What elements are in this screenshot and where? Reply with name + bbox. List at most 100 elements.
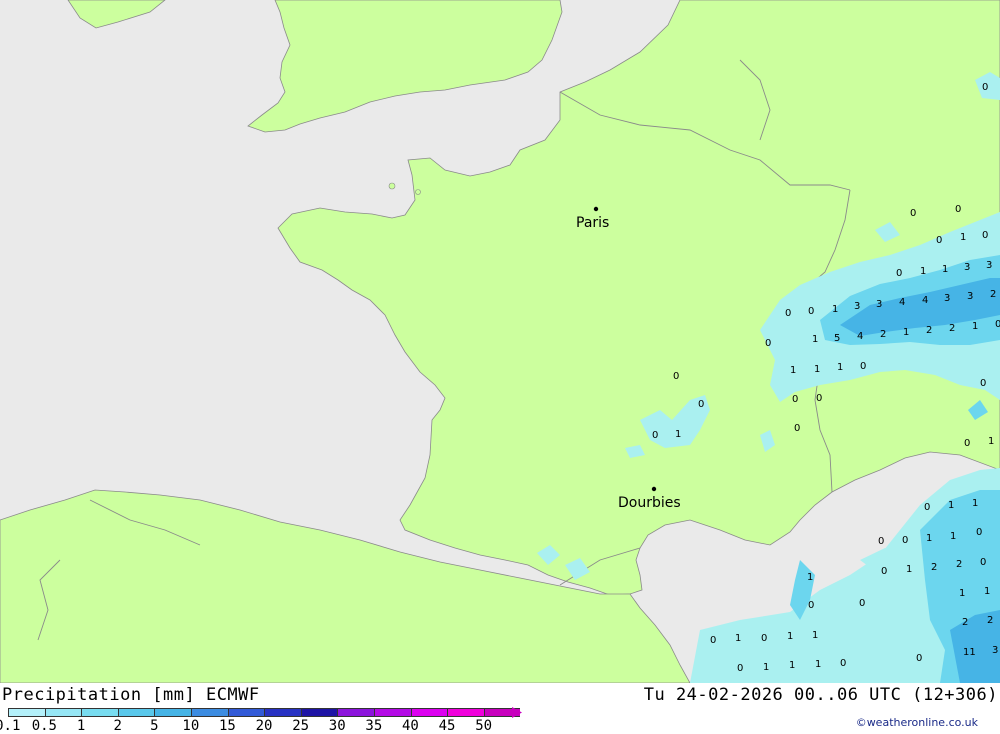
svg-text:1: 1	[832, 304, 838, 315]
svg-text:0: 0	[995, 319, 1000, 330]
svg-text:0: 0	[792, 394, 798, 405]
dourbies-marker	[651, 486, 657, 492]
svg-text:3: 3	[967, 291, 973, 302]
svg-text:11: 11	[963, 647, 976, 658]
svg-text:1: 1	[814, 364, 820, 375]
svg-text:0: 0	[860, 361, 866, 372]
legend-swatch	[337, 708, 374, 717]
svg-text:0: 0	[881, 566, 887, 577]
precip-legend-bar	[8, 708, 521, 717]
legend-swatch	[154, 708, 191, 717]
legend-label: 25	[292, 718, 310, 734]
svg-text:0: 0	[964, 438, 970, 449]
svg-text:1: 1	[920, 266, 926, 277]
svg-text:1: 1	[972, 498, 978, 509]
svg-text:0: 0	[878, 536, 884, 547]
svg-text:3: 3	[876, 299, 882, 310]
svg-text:1: 1	[960, 232, 966, 243]
svg-text:2: 2	[926, 325, 932, 336]
svg-text:0: 0	[737, 663, 743, 674]
svg-text:1: 1	[948, 500, 954, 511]
svg-text:0: 0	[955, 204, 961, 215]
svg-text:4: 4	[899, 297, 905, 308]
svg-text:1: 1	[815, 659, 821, 670]
paris-marker	[593, 206, 599, 212]
svg-text:3: 3	[986, 260, 992, 271]
svg-text:0: 0	[785, 308, 791, 319]
svg-text:1: 1	[942, 264, 948, 275]
svg-text:0: 0	[710, 635, 716, 646]
svg-text:0: 0	[980, 557, 986, 568]
credit-link[interactable]: ©weatheronline.co.uk	[856, 716, 978, 729]
svg-text:4: 4	[922, 295, 928, 306]
svg-text:3: 3	[944, 293, 950, 304]
legend-label: 20	[255, 718, 273, 734]
svg-text:0: 0	[840, 658, 846, 669]
svg-text:1: 1	[789, 660, 795, 671]
svg-text:1: 1	[906, 564, 912, 575]
svg-text:0: 0	[982, 82, 988, 93]
svg-text:2: 2	[990, 289, 996, 300]
legend-swatch	[447, 708, 484, 717]
legend-swatch	[410, 708, 448, 717]
legend-label: 30	[328, 718, 346, 734]
svg-text:2: 2	[956, 559, 962, 570]
svg-text:2: 2	[880, 329, 886, 340]
svg-text:1: 1	[959, 588, 965, 599]
svg-text:2: 2	[949, 323, 955, 334]
svg-text:5: 5	[834, 333, 840, 344]
svg-text:0: 0	[916, 653, 922, 664]
weather-map: Paris Dourbies 0 0 0 0 1 0 0 1 1 3 3 0 0…	[0, 0, 1000, 683]
legend-label: 40	[402, 718, 419, 734]
svg-text:2: 2	[987, 615, 993, 626]
svg-text:2: 2	[931, 562, 937, 573]
svg-text:0: 0	[976, 527, 982, 538]
legend-swatch	[373, 708, 411, 717]
svg-text:0: 0	[902, 535, 908, 546]
legend-label: 50	[475, 718, 493, 734]
legend-arrow-icon	[512, 707, 522, 718]
legend-label: 35	[365, 718, 383, 734]
legend-label: 0.5	[31, 718, 57, 734]
legend-swatch	[117, 708, 155, 717]
city-label-paris: Paris	[576, 215, 609, 231]
svg-text:1: 1	[790, 365, 796, 376]
map-footer: Precipitation [mm] ECMWF Tu 24-02-2026 0…	[0, 683, 1000, 734]
legend-label: 2	[113, 718, 122, 734]
svg-text:0: 0	[761, 633, 767, 644]
legend-swatch	[81, 708, 118, 717]
legend-swatch	[190, 708, 228, 717]
svg-text:1: 1	[988, 436, 994, 447]
svg-text:1: 1	[812, 334, 818, 345]
svg-text:0: 0	[936, 235, 942, 246]
svg-text:1: 1	[787, 631, 793, 642]
svg-text:0: 0	[896, 268, 902, 279]
legend-label: 1	[76, 718, 86, 734]
svg-text:0: 0	[816, 393, 822, 404]
svg-text:1: 1	[972, 321, 978, 332]
svg-text:0: 0	[808, 600, 814, 611]
legend-swatch	[264, 708, 301, 717]
svg-text:1: 1	[926, 533, 932, 544]
svg-text:3: 3	[854, 301, 860, 312]
precip-legend-labels: 0.10.5125101520253035404550	[0, 718, 560, 734]
svg-text:4: 4	[857, 331, 863, 342]
legend-label: 10	[182, 718, 200, 734]
forecast-datetime: Tu 24-02-2026 00..06 UTC (12+306)	[643, 685, 998, 705]
svg-text:0: 0	[698, 399, 704, 410]
svg-text:1: 1	[812, 630, 818, 641]
svg-text:1: 1	[807, 572, 813, 583]
svg-text:1: 1	[950, 531, 956, 542]
svg-text:1: 1	[837, 362, 843, 373]
legend-swatch	[44, 708, 82, 717]
svg-text:1: 1	[735, 633, 741, 644]
svg-text:3: 3	[992, 645, 998, 656]
svg-text:2: 2	[962, 617, 968, 628]
legend-label: 15	[219, 718, 236, 734]
legend-swatch	[8, 708, 45, 717]
svg-text:0: 0	[980, 378, 986, 389]
svg-text:3: 3	[964, 262, 970, 273]
svg-text:0: 0	[924, 502, 930, 513]
svg-text:0: 0	[765, 338, 771, 349]
legend-label: 45	[438, 718, 456, 734]
